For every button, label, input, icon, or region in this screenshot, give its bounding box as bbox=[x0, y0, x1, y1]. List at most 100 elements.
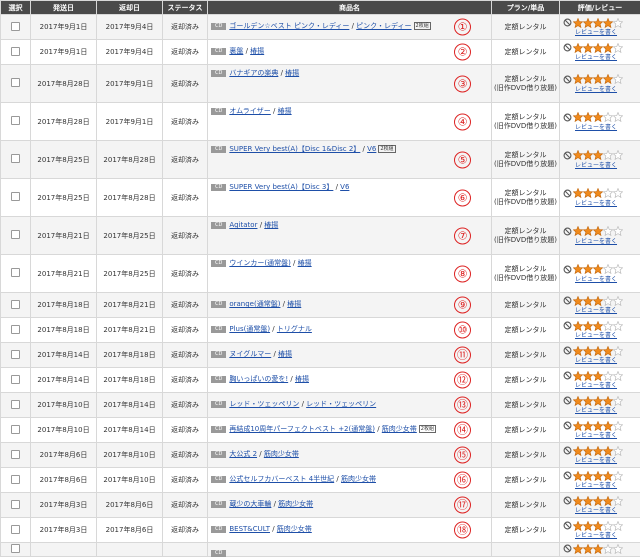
select-checkbox[interactable] bbox=[11, 544, 20, 553]
select-checkbox[interactable] bbox=[11, 78, 20, 87]
rating-stars[interactable] bbox=[563, 470, 623, 481]
no-rating-icon[interactable] bbox=[563, 544, 572, 553]
rating-stars[interactable] bbox=[563, 445, 623, 456]
title-link[interactable]: SUPER Very best(A)【Disc 1&Disc 2】 bbox=[229, 145, 360, 153]
rating-stars[interactable] bbox=[563, 395, 623, 406]
no-rating-icon[interactable] bbox=[563, 265, 572, 274]
artist-link[interactable]: 椿揚 bbox=[278, 350, 292, 358]
select-checkbox[interactable] bbox=[11, 154, 20, 163]
write-review-link[interactable]: レビューを書く bbox=[575, 482, 640, 489]
rating-stars[interactable] bbox=[563, 520, 623, 531]
write-review-link[interactable]: レビューを書く bbox=[575, 457, 640, 464]
no-rating-icon[interactable] bbox=[563, 43, 572, 52]
artist-link[interactable]: 椿揚 bbox=[295, 375, 309, 383]
no-rating-icon[interactable] bbox=[563, 346, 572, 355]
no-rating-icon[interactable] bbox=[563, 151, 572, 160]
select-checkbox[interactable] bbox=[11, 21, 20, 31]
artist-link[interactable]: V6 bbox=[340, 183, 349, 191]
rating-stars[interactable] bbox=[563, 295, 623, 306]
artist-link[interactable]: 筋肉少女帯 bbox=[382, 425, 417, 433]
write-review-link[interactable]: レビューを書く bbox=[575, 200, 640, 207]
write-review-link[interactable]: レビューを書く bbox=[575, 507, 640, 514]
title-link[interactable]: 大公式 2 bbox=[229, 450, 257, 458]
title-link[interactable]: 蔵少の大車輪 bbox=[229, 500, 271, 508]
no-rating-icon[interactable] bbox=[563, 296, 572, 305]
no-rating-icon[interactable] bbox=[563, 471, 572, 480]
title-link[interactable]: ゴールデン☆ベスト ピンク・レディー bbox=[229, 22, 349, 30]
write-review-link[interactable]: レビューを書く bbox=[575, 407, 640, 414]
write-review-link[interactable]: レビューを書く bbox=[575, 29, 640, 36]
rating-stars[interactable] bbox=[563, 74, 623, 85]
artist-link[interactable]: 筋肉少女帯 bbox=[264, 450, 299, 458]
artist-link[interactable]: 椿揚 bbox=[287, 300, 301, 308]
select-checkbox[interactable] bbox=[11, 192, 20, 201]
select-checkbox[interactable] bbox=[11, 116, 20, 125]
write-review-link[interactable]: レビューを書く bbox=[575, 432, 640, 439]
select-checkbox[interactable] bbox=[11, 474, 20, 484]
no-rating-icon[interactable] bbox=[563, 521, 572, 530]
artist-link[interactable]: トリグナル bbox=[277, 325, 312, 333]
rating-stars[interactable] bbox=[563, 543, 623, 554]
artist-link[interactable]: 椿揚 bbox=[278, 107, 292, 115]
select-checkbox[interactable] bbox=[11, 499, 20, 509]
write-review-link[interactable]: レビューを書く bbox=[575, 382, 640, 389]
no-rating-icon[interactable] bbox=[563, 396, 572, 405]
artist-link[interactable]: 椿揚 bbox=[250, 47, 264, 55]
title-link[interactable]: ウインカー(通常盤) bbox=[229, 259, 290, 267]
artist-link[interactable]: 椿揚 bbox=[264, 221, 278, 229]
write-review-link[interactable]: レビューを書く bbox=[575, 124, 640, 131]
rating-stars[interactable] bbox=[563, 226, 623, 237]
select-checkbox[interactable] bbox=[11, 230, 20, 239]
select-checkbox[interactable] bbox=[11, 268, 20, 277]
write-review-link[interactable]: レビューを書く bbox=[575, 238, 640, 245]
rating-stars[interactable] bbox=[563, 345, 623, 356]
title-link[interactable]: orange(通常盤) bbox=[229, 300, 280, 308]
write-review-link[interactable]: レビューを書く bbox=[575, 307, 640, 314]
select-checkbox[interactable] bbox=[11, 449, 20, 459]
write-review-link[interactable]: レビューを書く bbox=[575, 276, 640, 283]
write-review-link[interactable]: レビューを書く bbox=[575, 54, 640, 61]
title-link[interactable]: 胸いっぱいの愛を! bbox=[229, 375, 288, 383]
title-link[interactable]: オムライザー bbox=[229, 107, 270, 115]
no-rating-icon[interactable] bbox=[563, 75, 572, 84]
artist-link[interactable]: V6 bbox=[367, 145, 376, 153]
select-checkbox[interactable] bbox=[11, 399, 20, 409]
title-link[interactable]: Agitator bbox=[229, 221, 257, 229]
artist-link[interactable]: 筋肉少女帯 bbox=[341, 475, 376, 483]
select-checkbox[interactable] bbox=[11, 349, 20, 359]
title-link[interactable]: ヌイグルマー bbox=[229, 350, 271, 358]
select-checkbox[interactable] bbox=[11, 424, 20, 434]
title-link[interactable]: 裏盤 bbox=[229, 47, 243, 55]
no-rating-icon[interactable] bbox=[563, 421, 572, 430]
no-rating-icon[interactable] bbox=[563, 496, 572, 505]
write-review-link[interactable]: レビューを書く bbox=[575, 357, 640, 364]
no-rating-icon[interactable] bbox=[563, 189, 572, 198]
write-review-link[interactable]: レビューを書く bbox=[575, 332, 640, 339]
title-link[interactable]: Plus(通常盤) bbox=[229, 325, 270, 333]
title-link[interactable]: 公式セルフカバーベスト 4半世紀 bbox=[229, 475, 334, 483]
select-checkbox[interactable] bbox=[11, 46, 20, 56]
rating-stars[interactable] bbox=[563, 17, 623, 28]
title-link[interactable]: 再結成10周年パーフェクトベスト +2(通常盤) bbox=[229, 425, 375, 433]
artist-link[interactable]: レッド・ツェッペリン bbox=[306, 400, 376, 408]
title-link[interactable]: レッド・ツェッペリン bbox=[229, 400, 299, 408]
no-rating-icon[interactable] bbox=[563, 446, 572, 455]
write-review-link[interactable]: レビューを書く bbox=[575, 162, 640, 169]
no-rating-icon[interactable] bbox=[563, 113, 572, 122]
rating-stars[interactable] bbox=[563, 264, 623, 275]
no-rating-icon[interactable] bbox=[563, 227, 572, 236]
write-review-link[interactable]: レビューを書く bbox=[575, 532, 640, 539]
title-link[interactable]: SUPER Very best(A)【Disc 3】 bbox=[229, 183, 333, 191]
rating-stars[interactable] bbox=[563, 320, 623, 331]
select-checkbox[interactable] bbox=[11, 524, 20, 534]
artist-link[interactable]: 椿揚 bbox=[285, 69, 299, 77]
rating-stars[interactable] bbox=[563, 420, 623, 431]
artist-link[interactable]: 椿揚 bbox=[298, 259, 312, 267]
rating-stars[interactable] bbox=[563, 370, 623, 381]
title-link[interactable]: バナギアの楽典 bbox=[229, 69, 278, 77]
no-rating-icon[interactable] bbox=[563, 321, 572, 330]
title-link[interactable]: BEST&CULT bbox=[229, 525, 270, 533]
select-checkbox[interactable] bbox=[11, 324, 20, 334]
select-checkbox[interactable] bbox=[11, 299, 20, 309]
rating-stars[interactable] bbox=[563, 150, 623, 161]
